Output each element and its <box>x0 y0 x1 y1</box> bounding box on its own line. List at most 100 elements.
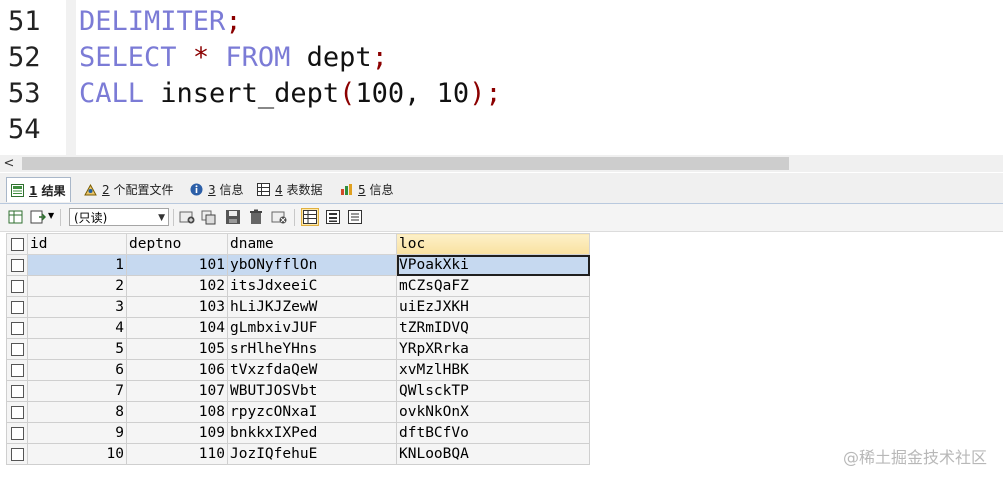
cell-id[interactable]: 1 <box>27 254 127 276</box>
row-checkbox[interactable] <box>6 359 28 381</box>
text-view-icon[interactable] <box>347 209 363 225</box>
column-header-loc[interactable]: loc <box>396 233 590 255</box>
import-icon[interactable] <box>30 209 46 225</box>
cell-dname[interactable]: tVxzfdaQeW <box>227 359 397 381</box>
import-dropdown-icon[interactable]: ▼ <box>48 211 56 227</box>
code-line[interactable]: CALL insert_dept(100, 10); <box>79 76 502 112</box>
cell-dname[interactable]: JozIQfehuE <box>227 443 397 465</box>
cell-loc[interactable]: KNLooBQA <box>396 443 590 465</box>
toolbar-separator <box>294 209 295 226</box>
code-line[interactable]: SELECT * FROM dept; <box>79 40 388 76</box>
row-checkbox[interactable] <box>6 254 28 276</box>
add-row-icon[interactable] <box>179 209 195 225</box>
table-row[interactable]: 1 101 ybONyfflOn VPoakXki <box>6 254 590 276</box>
scroll-left-arrow-icon[interactable]: < <box>2 155 16 172</box>
cell-dname[interactable]: itsJdxeeiC <box>227 275 397 297</box>
table-row[interactable]: 7 107 WBUTJOSVbt QWlsckTP <box>6 380 590 402</box>
cell-id[interactable]: 2 <box>27 275 127 297</box>
column-header-id[interactable]: id <box>27 233 127 255</box>
tab-profile[interactable]: 2 个配置文件 <box>80 177 177 201</box>
row-checkbox[interactable] <box>6 380 28 402</box>
table-row[interactable]: 4 104 gLmbxivJUF tZRmIDVQ <box>6 317 590 339</box>
cell-loc[interactable]: mCZsQaFZ <box>396 275 590 297</box>
duplicate-row-icon[interactable] <box>201 209 217 225</box>
cell-loc[interactable]: dftBCfVo <box>396 422 590 444</box>
table-row[interactable]: 9 109 bnkkxIXPed dftBCfVo <box>6 422 590 444</box>
cell-id[interactable]: 4 <box>27 317 127 339</box>
cell-dname[interactable]: WBUTJOSVbt <box>227 380 397 402</box>
sql-editor[interactable]: 51 DELIMITER; 52 SELECT * FROM dept; 53 CALL … <box>0 0 1003 155</box>
chevron-down-icon: ▼ <box>158 213 165 223</box>
cell-deptno[interactable]: 102 <box>126 275 228 297</box>
column-header-deptno[interactable]: deptno <box>126 233 228 255</box>
scrollbar-thumb[interactable] <box>22 157 789 170</box>
results-grid[interactable]: id deptno dname loc 1 101 ybONyfflOn VPoakX… <box>6 233 590 465</box>
cell-id[interactable]: 8 <box>27 401 127 423</box>
cell-id[interactable]: 7 <box>27 380 127 402</box>
cell-dname[interactable]: srHlheYHns <box>227 338 397 360</box>
table-row[interactable]: 6 106 tVxzfdaQeW xvMzlHBK <box>6 359 590 381</box>
cell-deptno[interactable]: 109 <box>126 422 228 444</box>
cell-deptno[interactable]: 107 <box>126 380 228 402</box>
result-tabs-bar: 1 结果 2 个配置文件 3 信息 4 表数据 5 信息 <box>0 173 1003 204</box>
tab-info-2[interactable]: 5 信息 <box>336 177 397 201</box>
cell-deptno[interactable]: 110 <box>126 443 228 465</box>
cell-loc[interactable]: xvMzlHBK <box>396 359 590 381</box>
cell-deptno[interactable]: 108 <box>126 401 228 423</box>
cell-loc[interactable]: ovkNkOnX <box>396 401 590 423</box>
code-line[interactable]: DELIMITER; <box>79 4 242 40</box>
cell-loc[interactable]: tZRmIDVQ <box>396 317 590 339</box>
save-icon[interactable] <box>225 209 241 225</box>
watermark: @稀土掘金技术社区 <box>842 448 987 467</box>
cell-id[interactable]: 5 <box>27 338 127 360</box>
discard-icon[interactable] <box>271 209 287 225</box>
table-row[interactable]: 2 102 itsJdxeeiC mCZsQaFZ <box>6 275 590 297</box>
export-grid-icon[interactable] <box>8 209 24 225</box>
cell-deptno[interactable]: 103 <box>126 296 228 318</box>
cell-deptno[interactable]: 104 <box>126 317 228 339</box>
cell-id[interactable]: 10 <box>27 443 127 465</box>
row-checkbox[interactable] <box>6 443 28 465</box>
table-row[interactable]: 5 105 srHlheYHns YRpXRrka <box>6 338 590 360</box>
cell-dname[interactable]: ybONyfflOn <box>227 254 397 276</box>
grid-view-icon[interactable] <box>301 208 319 226</box>
editor-horizontal-scrollbar[interactable]: < <box>0 155 1003 172</box>
tab-results[interactable]: 1 结果 <box>6 177 71 202</box>
tab-table-data-label: 表数据 <box>286 182 323 197</box>
select-all-checkbox[interactable] <box>6 233 28 255</box>
cell-id[interactable]: 3 <box>27 296 127 318</box>
row-checkbox[interactable] <box>6 338 28 360</box>
row-checkbox[interactable] <box>6 296 28 318</box>
column-header-dname[interactable]: dname <box>227 233 397 255</box>
delete-icon[interactable] <box>248 209 264 225</box>
cell-loc[interactable]: QWlsckTP <box>396 380 590 402</box>
info-chart-icon <box>341 183 352 195</box>
cell-loc[interactable]: YRpXRrka <box>396 338 590 360</box>
cell-deptno[interactable]: 105 <box>126 338 228 360</box>
table-row[interactable]: 10 110 JozIQfehuE KNLooBQA <box>6 443 590 465</box>
form-view-icon[interactable] <box>325 209 341 225</box>
row-checkbox[interactable] <box>6 275 28 297</box>
tab-table-data[interactable]: 4 表数据 <box>253 177 326 201</box>
tab-info[interactable]: 3 信息 <box>186 177 247 201</box>
cell-dname[interactable]: bnkkxIXPed <box>227 422 397 444</box>
readonly-select[interactable]: (只读) ▼ <box>69 208 169 226</box>
cell-dname[interactable]: gLmbxivJUF <box>227 317 397 339</box>
cell-dname[interactable]: rpyzcONxaI <box>227 401 397 423</box>
table-row[interactable]: 8 108 rpyzcONxaI ovkNkOnX <box>6 401 590 423</box>
row-checkbox[interactable] <box>6 422 28 444</box>
cell-deptno[interactable]: 101 <box>126 254 228 276</box>
cell-dname[interactable]: hLiJKJZewW <box>227 296 397 318</box>
cell-id[interactable]: 9 <box>27 422 127 444</box>
results-toolbar: ▼ (只读) ▼ <box>0 204 1003 232</box>
tab-info-label: 信息 <box>219 182 244 197</box>
cell-deptno[interactable]: 106 <box>126 359 228 381</box>
table-row[interactable]: 3 103 hLiJKJZewW uiEzJXKH <box>6 296 590 318</box>
tab-results-label: 结果 <box>41 183 66 198</box>
row-checkbox[interactable] <box>6 317 28 339</box>
cell-loc[interactable]: VPoakXki <box>396 254 590 276</box>
row-checkbox[interactable] <box>6 401 28 423</box>
tab-info-2-number: 5 <box>358 182 366 197</box>
cell-id[interactable]: 6 <box>27 359 127 381</box>
cell-loc[interactable]: uiEzJXKH <box>396 296 590 318</box>
